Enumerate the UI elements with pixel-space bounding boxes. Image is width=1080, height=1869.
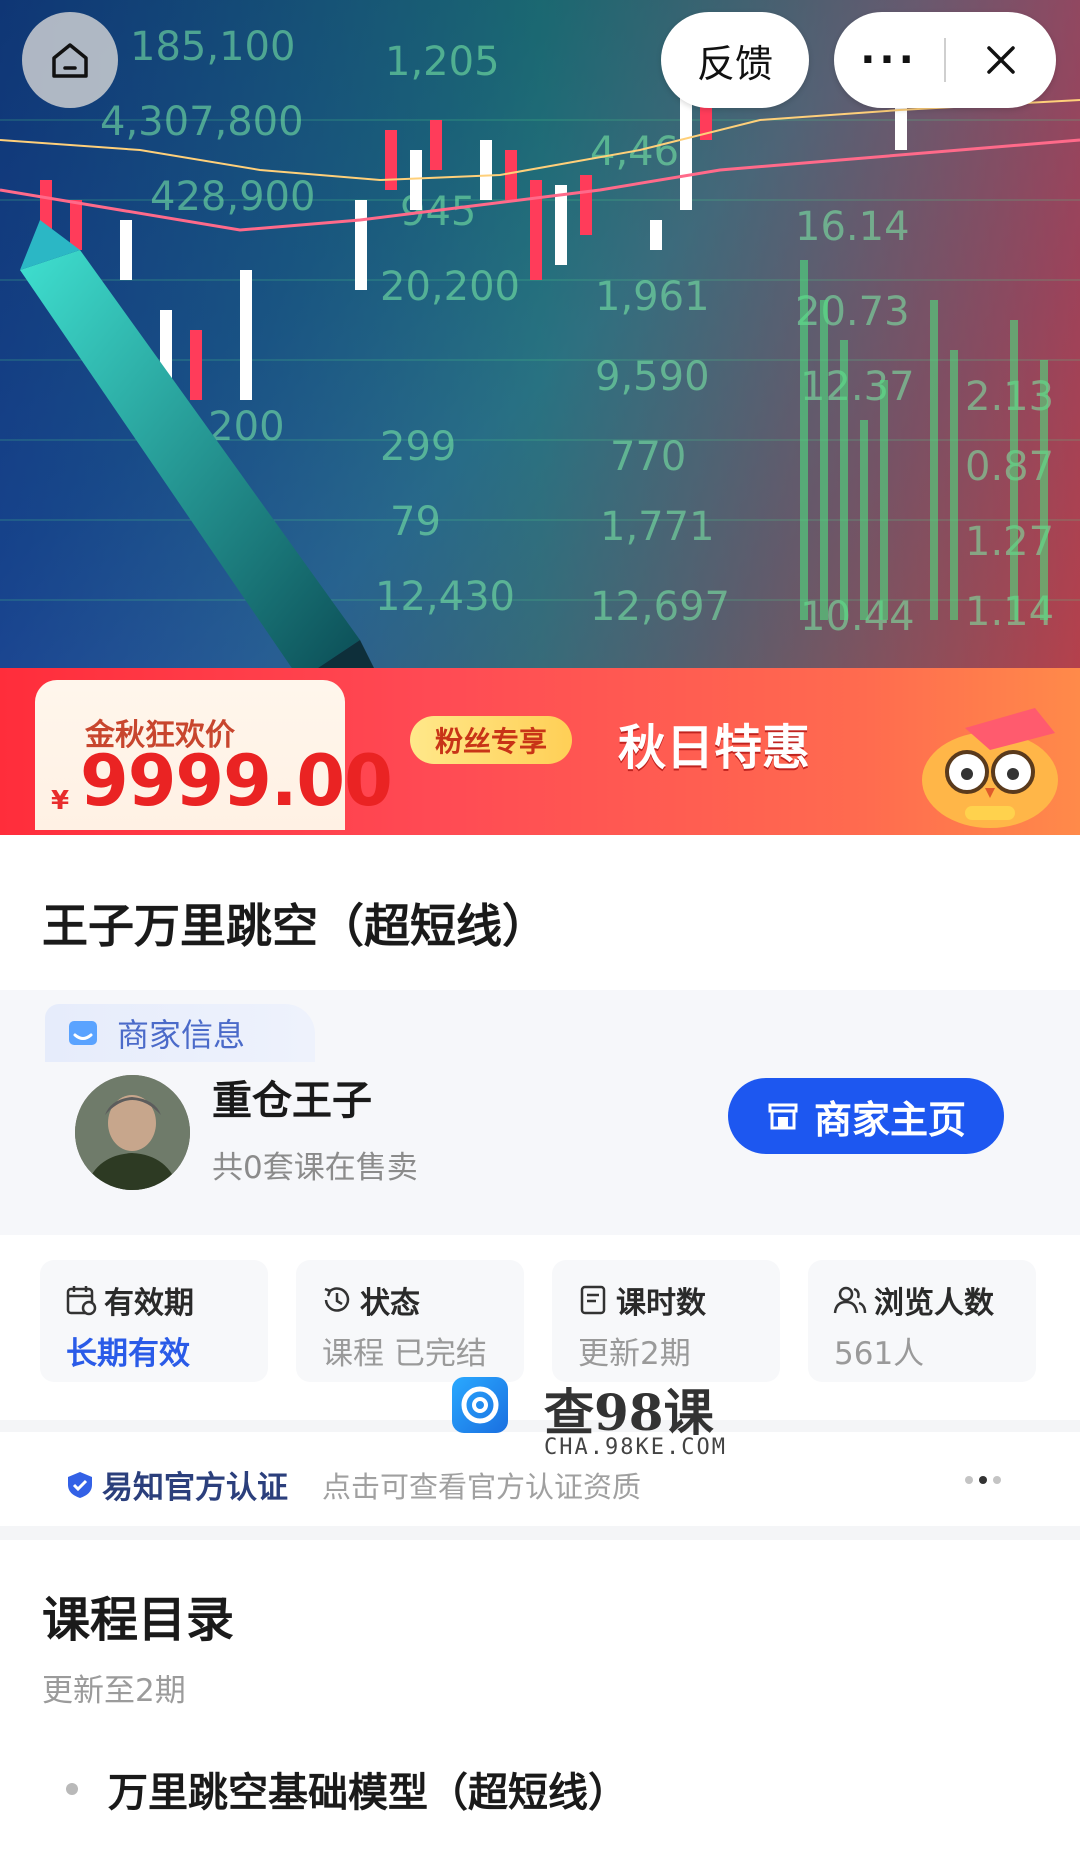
calendar-icon [66, 1286, 97, 1316]
document-icon [580, 1285, 606, 1315]
price-value: 9999.00 [80, 740, 393, 822]
svg-text:770: 770 [610, 434, 686, 480]
more-dots-icon[interactable] [965, 1476, 1001, 1484]
course-title: 王子万里跳空（超短线） [42, 899, 548, 953]
svg-text:428,900: 428,900 [150, 174, 315, 220]
svg-text:1,205: 1,205 [385, 39, 500, 85]
campaign-title: 秋日特惠 [618, 720, 811, 776]
catalog-subtitle: 更新至2期 [42, 1673, 186, 1709]
merchant-home-button[interactable]: 商家主页 [728, 1078, 1004, 1154]
section-divider [0, 1526, 1080, 1540]
lesson-title: 万里跳空基础模型（超短线） [108, 1770, 628, 1816]
fan-exclusive-tag: 粉丝专享 [410, 716, 572, 764]
users-icon [833, 1286, 867, 1314]
stat-value: 长期有效 [66, 1336, 190, 1372]
home-icon [52, 43, 88, 78]
merchant-name[interactable]: 重仓王子 [212, 1068, 372, 1126]
shop-icon [69, 1021, 97, 1045]
svg-text:299: 299 [380, 424, 456, 470]
stat-header: 状态 [320, 1278, 420, 1322]
stat-lessons: 课时数 更新2期 [552, 1260, 780, 1382]
merchant-avatar[interactable] [75, 1075, 190, 1190]
owl-mascot-icon [922, 708, 1058, 828]
bullet-icon [66, 1783, 78, 1795]
storefront-icon [768, 1103, 798, 1130]
home-button[interactable] [22, 12, 118, 108]
history-clock-icon [324, 1287, 350, 1312]
svg-text:9,590: 9,590 [595, 354, 710, 400]
watermark-url: CHA.98KE.COM [544, 1435, 727, 1460]
merchant-course-count: 共0套课在售卖 [212, 1150, 418, 1186]
svg-text:12,697: 12,697 [590, 584, 730, 630]
close-icon [987, 46, 1015, 74]
fan-tag-label: 粉丝专享 [434, 725, 547, 758]
lesson-item[interactable]: 万里跳空基础模型（超短线） [66, 1760, 628, 1818]
more-button[interactable]: ··· [834, 12, 944, 108]
catalog-title: 课程目录 [42, 1592, 235, 1648]
feedback-label: 反馈 [696, 41, 773, 86]
merchant-section-tag: 商家信息 [45, 1004, 315, 1062]
site-watermark: 查98课 CHA.98KE.COM [452, 1373, 732, 1468]
merchant-home-label: 商家主页 [813, 1097, 966, 1142]
svg-text:16.14: 16.14 [795, 204, 910, 250]
stat-value: 561人 [834, 1336, 925, 1372]
stat-status: 状态 课程 已完结 [296, 1260, 524, 1382]
stat-label: 状态 [360, 1286, 420, 1321]
more-icon: ··· [860, 37, 918, 83]
stat-header: 浏览人数 [832, 1278, 994, 1322]
svg-text:79: 79 [390, 499, 441, 545]
stat-label: 课时数 [616, 1286, 706, 1321]
course-cover-image: 185,100 4,307,800 428,900 1,205 945 20,2… [0, 0, 1080, 835]
svg-text:185,100: 185,100 [130, 24, 295, 70]
svg-text:1,771: 1,771 [600, 504, 715, 550]
stat-value: 课程 已完结 [322, 1336, 487, 1372]
certification-badge: 易知官方认证 [66, 1462, 288, 1507]
merchant-section-label: 商家信息 [117, 1016, 246, 1054]
certification-description: 点击可查看官方认证资质 [322, 1470, 642, 1504]
watermark-logo-icon [452, 1377, 508, 1433]
svg-text:4,307,800: 4,307,800 [100, 99, 304, 145]
certification-label: 易知官方认证 [102, 1470, 288, 1506]
svg-text:1,961: 1,961 [595, 274, 710, 320]
stat-validity: 有效期 长期有效 [40, 1260, 268, 1382]
promo-banner: 金秋狂欢价 ¥ 9999.00 粉丝专享 秋日特惠 [0, 668, 1080, 835]
stat-header: 课时数 [576, 1278, 706, 1322]
svg-text:12.37: 12.37 [800, 364, 915, 410]
close-button[interactable] [946, 12, 1056, 108]
price-card: 金秋狂欢价 ¥ 9999.00 [35, 680, 393, 830]
price-currency: ¥ [51, 786, 70, 816]
avatar-photo [75, 1075, 190, 1190]
stat-value: 更新2期 [578, 1336, 691, 1372]
svg-text:20.73: 20.73 [795, 289, 910, 335]
stat-viewers: 浏览人数 561人 [808, 1260, 1036, 1382]
svg-text:4,46: 4,46 [590, 129, 679, 175]
stat-label: 有效期 [104, 1286, 194, 1321]
stat-header: 有效期 [64, 1278, 194, 1322]
svg-text:20,200: 20,200 [380, 264, 520, 310]
merchant-card: 商家信息 重仓王子 共0套课在售卖 商家主页 [0, 990, 1080, 1235]
capsule-menu: ··· [834, 12, 1056, 108]
shield-check-icon [68, 1471, 92, 1498]
stat-label: 浏览人数 [874, 1286, 994, 1321]
svg-text:10.44: 10.44 [800, 594, 915, 640]
svg-text:12,430: 12,430 [375, 574, 515, 620]
feedback-button[interactable]: 反馈 [661, 12, 809, 108]
